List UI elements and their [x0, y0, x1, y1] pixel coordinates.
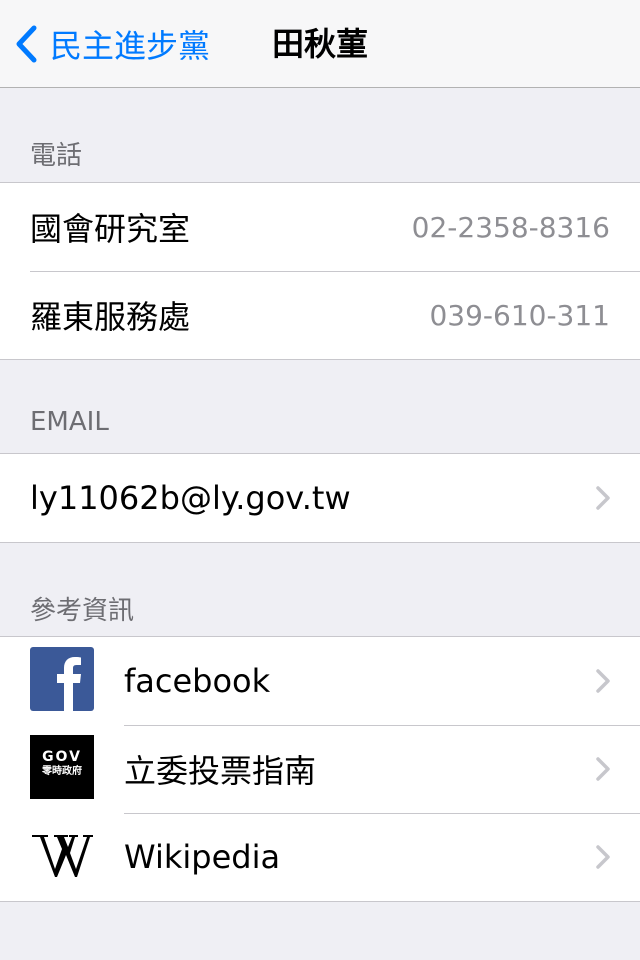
- phone-label: 羅東服務處: [30, 298, 191, 336]
- facebook-row[interactable]: facebook: [0, 637, 640, 725]
- back-button-label: 民主進步黨: [50, 27, 211, 65]
- facebook-icon: [30, 647, 94, 711]
- voting-guide-label: 立委投票指南: [124, 752, 317, 790]
- email-address: ly11062b@ly.gov.tw: [30, 479, 351, 517]
- chevron-right-icon: [596, 669, 610, 693]
- wikipedia-icon: [30, 823, 94, 887]
- gov-icon-subtext: 零時政府: [42, 766, 82, 777]
- email-section-header: EMAIL: [30, 407, 109, 437]
- email-group: ly11062b@ly.gov.tw: [0, 453, 640, 543]
- phone-group: 國會研究室 02-2358-8316 羅東服務處 039-610-311: [0, 182, 640, 360]
- phone-label: 國會研究室: [30, 210, 191, 248]
- chevron-right-icon: [596, 845, 610, 869]
- phone-row-service[interactable]: 羅東服務處 039-610-311: [0, 271, 640, 359]
- phone-row-office[interactable]: 國會研究室 02-2358-8316: [0, 183, 640, 271]
- page-title: 田秋菫: [272, 25, 369, 63]
- chevron-left-icon: [16, 25, 37, 63]
- references-section-header: 參考資訊: [30, 596, 135, 626]
- email-row[interactable]: ly11062b@ly.gov.tw: [0, 454, 640, 542]
- back-button[interactable]: 民主進步黨: [14, 20, 210, 68]
- phone-section-header: 電話: [30, 141, 83, 171]
- chevron-right-icon: [596, 486, 610, 510]
- gov-voting-guide-icon: GOV 零時政府: [30, 735, 94, 799]
- chevron-right-icon: [596, 757, 610, 781]
- wikipedia-label: Wikipedia: [124, 838, 281, 876]
- references-group: facebook GOV 零時政府 立委投票指南 Wikipedia: [0, 636, 640, 902]
- phone-number: 02-2358-8316: [411, 210, 610, 244]
- facebook-label: facebook: [124, 662, 271, 700]
- gov-icon-text: GOV: [42, 749, 82, 765]
- navigation-bar: 民主進步黨 田秋菫: [0, 0, 640, 88]
- phone-number: 039-610-311: [429, 298, 610, 332]
- voting-guide-row[interactable]: GOV 零時政府 立委投票指南: [0, 725, 640, 813]
- wikipedia-row[interactable]: Wikipedia: [0, 813, 640, 901]
